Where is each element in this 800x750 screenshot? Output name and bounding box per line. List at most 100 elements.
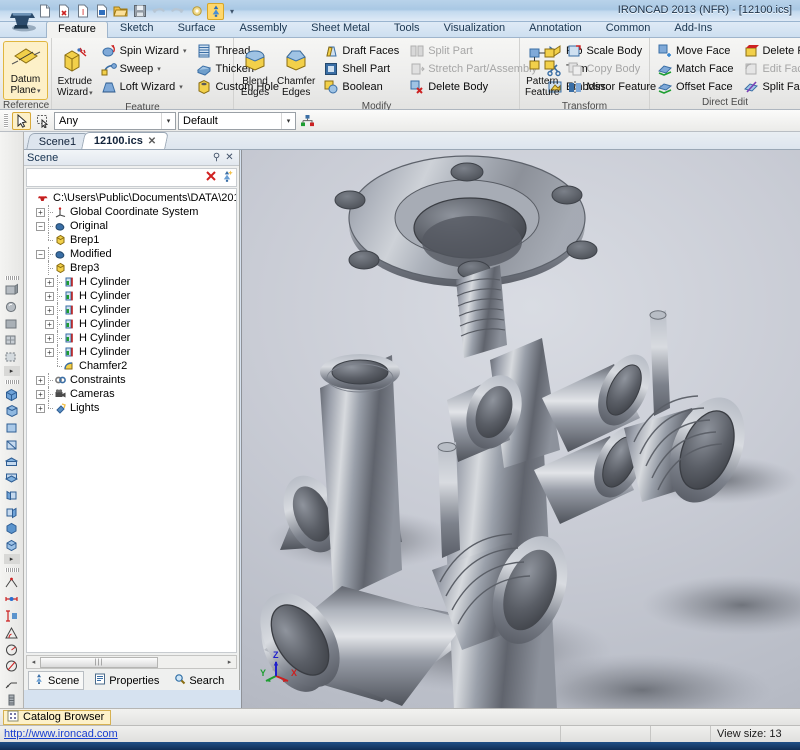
tree-item-chamfer2[interactable]: Chamfer2	[27, 359, 236, 373]
document-tab-12100[interactable]: 12100.ics ✕	[82, 132, 170, 149]
chevron-down-icon[interactable]: ▾	[37, 88, 41, 95]
spin-wizard-button[interactable]: Spin Wizard ▾	[97, 42, 191, 59]
loft-wizard-button[interactable]: Loft Wizard ▾	[97, 78, 191, 95]
expander-plus-icon[interactable]: +	[45, 334, 54, 343]
pattern-feature-button[interactable]: Pattern Feature	[523, 43, 561, 101]
delete-face-button[interactable]: Delete Face	[739, 42, 800, 59]
expander-plus-icon[interactable]: +	[45, 306, 54, 315]
pin-icon[interactable]: ⚲	[210, 152, 223, 163]
ribbon-tab-sketch[interactable]: Sketch	[108, 20, 166, 37]
scene-tree[interactable]: C:\Users\Public\Documents\DATA\2012\IRON…	[26, 188, 237, 653]
tree-item-h-cylinder[interactable]: + H Cylinder	[27, 275, 236, 289]
3d-viewport[interactable]: X Y Z	[241, 150, 800, 708]
box-select-icon[interactable]	[33, 112, 52, 130]
expander-plus-icon[interactable]: +	[36, 376, 45, 385]
render-style-combo[interactable]: Default ▾	[178, 112, 296, 130]
expander-minus-icon[interactable]: −	[36, 250, 45, 259]
chevron-down-icon[interactable]: ▾	[161, 113, 175, 129]
ironcad-anvil-icon[interactable]	[4, 1, 44, 37]
new-drawing-icon[interactable]: I	[74, 3, 91, 20]
ribbon-tab-tools[interactable]: Tools	[382, 20, 432, 37]
scene-tree-horizontal-scrollbar[interactable]: ◂ ||| ▸	[26, 655, 237, 669]
move-face-button[interactable]: Move Face	[653, 42, 737, 59]
draft-faces-button[interactable]: Draft Faces	[319, 42, 403, 59]
render-wireframe-icon[interactable]	[2, 332, 22, 349]
ribbon-tab-surface[interactable]: Surface	[166, 20, 228, 37]
document-tab-scene1[interactable]: Scene1	[26, 133, 89, 149]
toolbar-grip[interactable]	[5, 380, 19, 384]
dimension-linear-icon[interactable]	[2, 591, 22, 608]
view-trimetric-icon[interactable]	[2, 403, 22, 420]
ribbon-tab-add-ins[interactable]: Add-Ins	[662, 20, 724, 37]
ribbon-tab-feature[interactable]: Feature	[46, 21, 108, 38]
tree-item-root[interactable]: C:\Users\Public\Documents\DATA\2012\IRON…	[27, 191, 236, 205]
expand-views-icon[interactable]: ▸	[4, 554, 20, 564]
edit-face-radius-button[interactable]: Edit Face Radius	[739, 60, 800, 77]
view-back-icon[interactable]	[2, 436, 22, 453]
save-icon[interactable]	[131, 3, 148, 20]
undo-icon[interactable]	[150, 3, 167, 20]
structure-tree-icon[interactable]	[298, 112, 317, 130]
toolbar-grip[interactable]	[4, 113, 8, 128]
scroll-right-icon[interactable]: ▸	[223, 656, 236, 668]
offset-face-button[interactable]: Offset Face	[653, 78, 737, 95]
ribbon-tab-sheet-metal[interactable]: Sheet Metal	[299, 20, 382, 37]
tree-item-global-coordinate-system[interactable]: + Global Coordinate System	[27, 205, 236, 219]
tree-item-brep3[interactable]: Brep3	[27, 261, 236, 275]
extrude-wizard-button[interactable]: Extrude Wizard▾	[55, 43, 95, 102]
expander-plus-icon[interactable]: +	[36, 208, 45, 217]
options-icon[interactable]	[188, 3, 205, 20]
clear-filter-icon[interactable]	[204, 169, 218, 186]
chevron-down-icon[interactable]: ▾	[179, 83, 183, 91]
leader-note-icon[interactable]	[2, 675, 22, 692]
split-faces-button[interactable]: Split Faces	[739, 78, 800, 95]
render-shaded-icon[interactable]	[2, 282, 22, 299]
scrollbar-thumb[interactable]: |||	[40, 657, 158, 668]
catalog-browser-button[interactable]: Catalog Browser	[3, 710, 111, 725]
tree-item-constraints[interactable]: + Constraints	[27, 373, 236, 387]
redo-icon[interactable]	[169, 3, 186, 20]
expander-plus-icon[interactable]: +	[36, 404, 45, 413]
dimension-radial-icon[interactable]	[2, 641, 22, 658]
expander-minus-icon[interactable]: −	[36, 222, 45, 231]
panel-tab-search[interactable]: Search	[169, 671, 229, 690]
close-icon[interactable]: ✕	[223, 152, 236, 163]
close-icon[interactable]: ✕	[148, 136, 156, 147]
chevron-down-icon[interactable]: ▾	[157, 65, 161, 73]
render-smooth-icon[interactable]	[2, 299, 22, 316]
tree-item-cameras[interactable]: + Cameras	[27, 387, 236, 401]
tree-item-h-cylinder[interactable]: + H Cylinder	[27, 345, 236, 359]
expander-plus-icon[interactable]: +	[36, 390, 45, 399]
sweep-button[interactable]: Sweep ▾	[97, 60, 191, 77]
tree-item-brep1[interactable]: Brep1	[27, 233, 236, 247]
dimension-smart-icon[interactable]	[2, 574, 22, 591]
tree-item-h-cylinder[interactable]: + H Cylinder	[27, 303, 236, 317]
tree-item-modified[interactable]: − Modified	[27, 247, 236, 261]
expander-plus-icon[interactable]: +	[45, 278, 54, 287]
view-bottom-icon[interactable]	[2, 470, 22, 487]
view-corner-icon[interactable]	[2, 520, 22, 537]
view-front-icon[interactable]	[2, 420, 22, 437]
tree-item-h-cylinder[interactable]: + H Cylinder	[27, 317, 236, 331]
panel-tab-scene[interactable]: Scene	[28, 671, 84, 690]
ironcad-website-link[interactable]: http://www.ironcad.com	[0, 728, 560, 740]
tree-item-lights[interactable]: + Lights	[27, 401, 236, 415]
expand-toolbar-icon[interactable]: ▸	[4, 366, 20, 376]
toolbar-grip[interactable]	[5, 276, 19, 280]
scroll-left-icon[interactable]: ◂	[27, 656, 40, 668]
view-custom-icon[interactable]	[2, 537, 22, 554]
view-top-icon[interactable]	[2, 453, 22, 470]
new-sheet-icon[interactable]	[93, 3, 110, 20]
ribbon-tab-assembly[interactable]: Assembly	[227, 20, 299, 37]
panel-tab-properties[interactable]: Properties	[89, 671, 164, 690]
toolbar-grip[interactable]	[5, 568, 19, 572]
render-hidden-line-icon[interactable]	[2, 349, 22, 366]
tree-filter-icon[interactable]	[220, 169, 234, 186]
qat-more-button[interactable]: ▾	[230, 7, 234, 16]
chevron-down-icon[interactable]: ▾	[89, 90, 93, 97]
ribbon-tab-visualization[interactable]: Visualization	[432, 20, 518, 37]
view-right-icon[interactable]	[2, 503, 22, 520]
ribbon-tab-annotation[interactable]: Annotation	[517, 20, 594, 37]
arrow-select-icon[interactable]	[12, 112, 31, 130]
dimension-diameter-icon[interactable]	[2, 658, 22, 675]
